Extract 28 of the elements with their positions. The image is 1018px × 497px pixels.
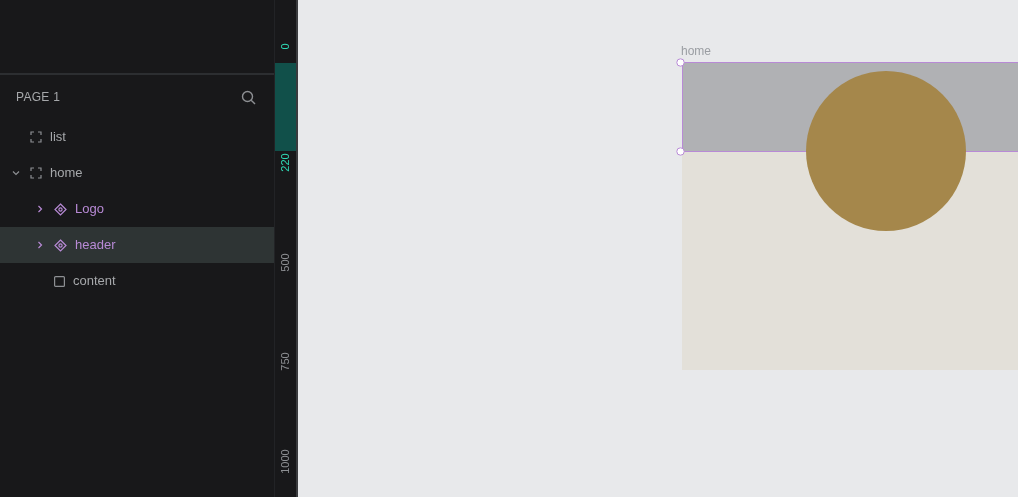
ruler-label: 750 <box>279 351 291 373</box>
board-icon <box>30 167 42 179</box>
board-label: home <box>681 43 712 60</box>
resize-handle[interactable] <box>676 147 685 156</box>
layer-name: header <box>75 236 116 255</box>
component-icon <box>54 202 67 216</box>
component-icon <box>54 238 67 252</box>
ruler-label: 0 <box>279 42 291 52</box>
ruler-label: 220 <box>279 152 291 174</box>
layer-name: home <box>50 164 83 183</box>
ruler-label: 1000 <box>279 448 291 476</box>
layer-name: content <box>73 272 116 291</box>
chevron-icon[interactable] <box>36 241 44 249</box>
layer-name: list <box>50 128 66 147</box>
layer-row[interactable]: home <box>0 155 274 191</box>
layer-row[interactable]: header <box>0 227 274 263</box>
chevron-icon[interactable] <box>12 169 20 177</box>
layer-row[interactable]: content <box>0 263 274 299</box>
layer-row[interactable]: Logo <box>0 191 274 227</box>
layer-row[interactable]: list <box>0 119 274 155</box>
layer-name: Logo <box>75 200 104 219</box>
page-title: PAGE 1 <box>16 89 61 106</box>
resize-handle[interactable] <box>676 58 685 67</box>
search-icon[interactable] <box>241 89 256 105</box>
chevron-icon[interactable] <box>36 205 44 213</box>
board-icon <box>30 131 42 143</box>
ruler-label: 500 <box>279 252 291 274</box>
rectangle-icon <box>54 275 65 287</box>
